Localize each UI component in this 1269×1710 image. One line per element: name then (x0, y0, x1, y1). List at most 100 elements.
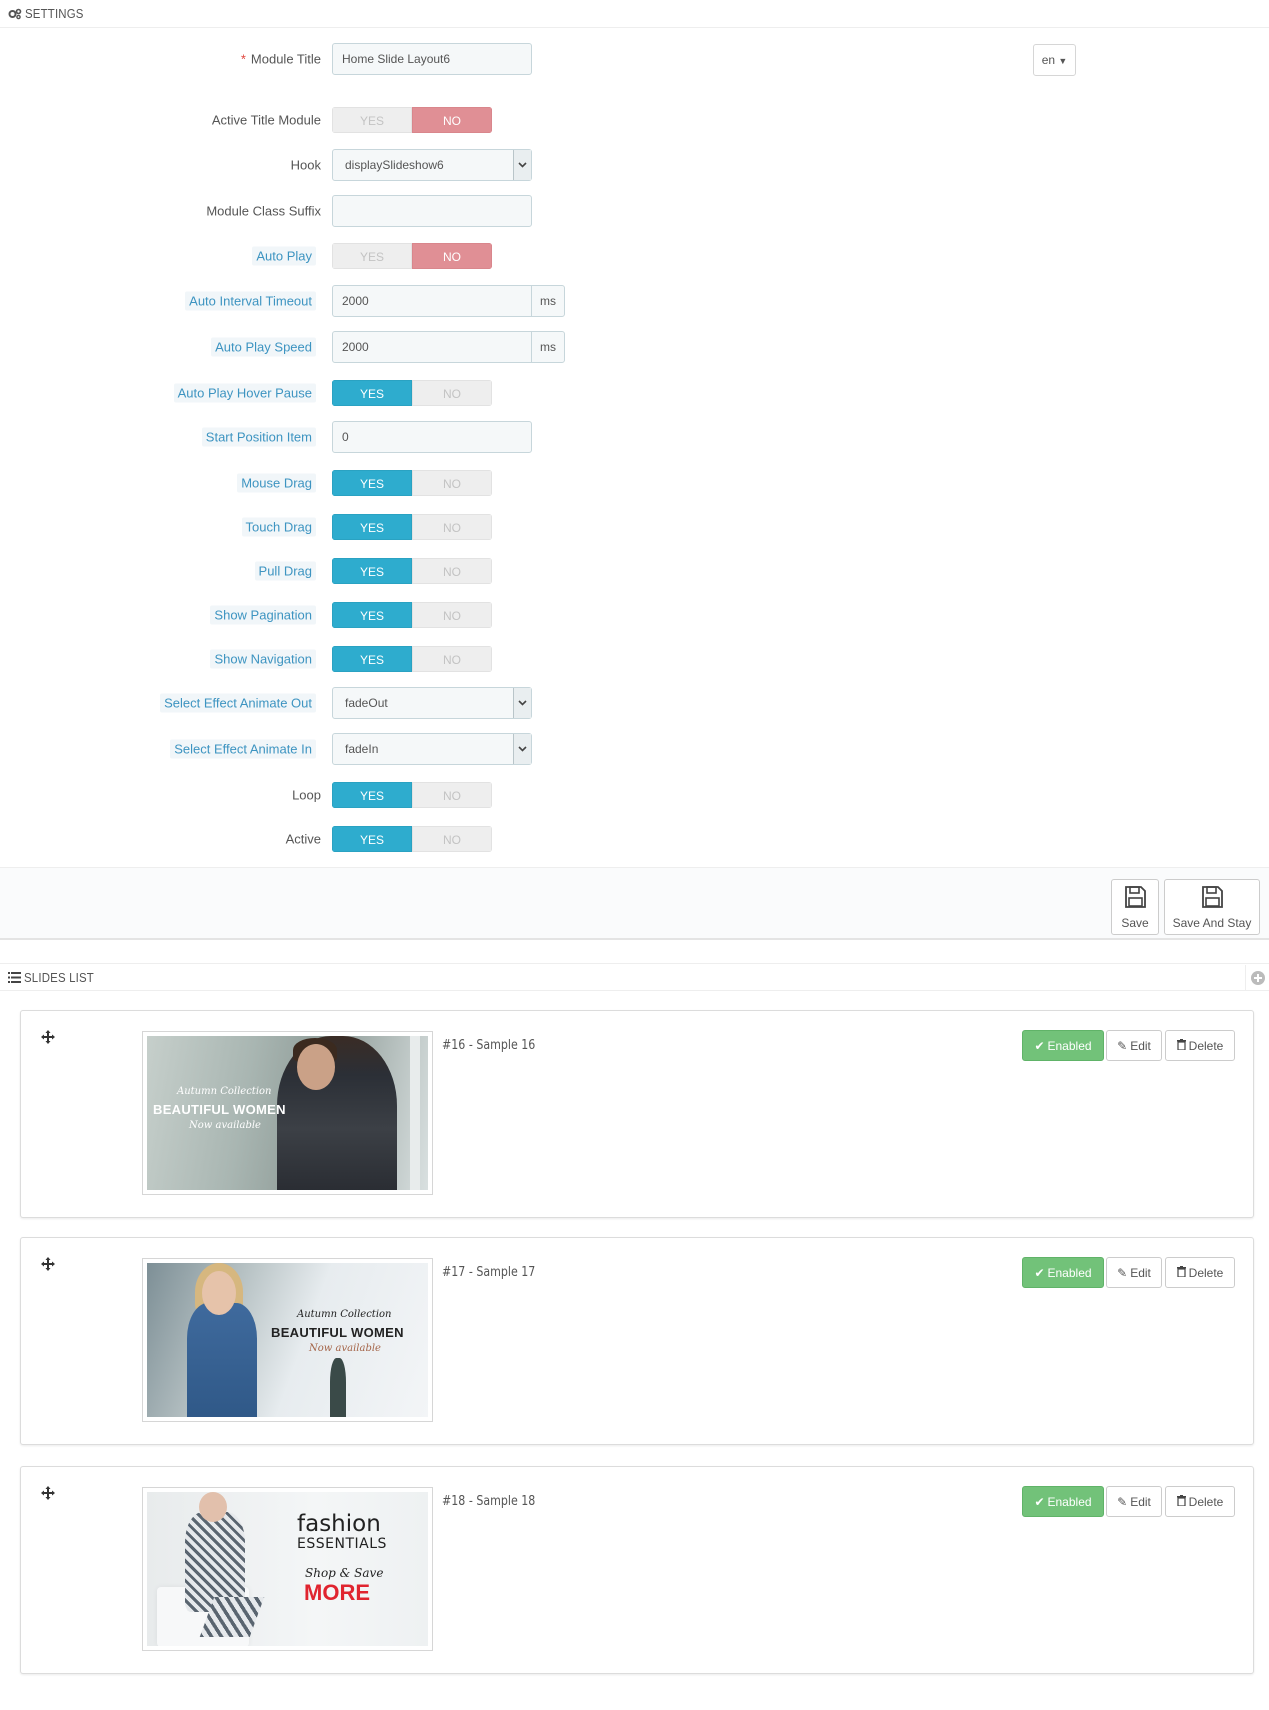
slide-title: #16 - Sample 16 (442, 1038, 536, 1053)
active-toggle[interactable]: YES NO (332, 826, 492, 852)
unit-addon: ms (531, 285, 565, 317)
slide-item: fashion ESSENTIALS Shop & Save MORE #18 … (20, 1466, 1254, 1674)
row-auto-interval-timeout: Auto Interval Timeout 2000 ms (0, 284, 1269, 318)
chevron-down-icon (513, 688, 531, 718)
save-and-stay-button[interactable]: Save And Stay (1164, 879, 1260, 935)
show-pagination-toggle[interactable]: YES NO (332, 602, 492, 628)
edit-button[interactable]: ✎ Edit (1106, 1030, 1162, 1061)
move-icon[interactable] (41, 1257, 55, 1274)
edit-button[interactable]: ✎ Edit (1106, 1257, 1162, 1288)
auto-interval-timeout-input[interactable]: 2000 (332, 285, 532, 317)
auto-play-speed-input[interactable]: 2000 (332, 331, 532, 363)
label-active-title-module: Active Title Module (211, 112, 321, 128)
toggle-yes[interactable]: YES (332, 243, 412, 269)
label-show-pagination: Show Pagination (210, 605, 316, 625)
effect-out-select[interactable]: fadeOut (332, 687, 532, 719)
label-touch-drag: Touch Drag (241, 517, 316, 537)
edit-icon: ✎ (1117, 1265, 1128, 1280)
module-title-input[interactable]: Home Slide Layout6 (332, 43, 532, 75)
mouse-drag-toggle[interactable]: YES NO (332, 470, 492, 496)
toggle-no[interactable]: NO (412, 107, 492, 133)
toggle-no[interactable]: NO (412, 470, 492, 496)
settings-footer: Save Save And Stay (0, 867, 1269, 940)
toggle-yes[interactable]: YES (332, 470, 412, 496)
hook-select[interactable]: displaySlideshow6 (332, 149, 532, 181)
loop-toggle[interactable]: YES NO (332, 782, 492, 808)
toggle-yes[interactable]: YES (332, 826, 412, 852)
edit-icon: ✎ (1117, 1494, 1128, 1509)
row-effect-out: Select Effect Animate Out fadeOut (0, 686, 1269, 720)
edit-button[interactable]: ✎ Edit (1106, 1486, 1162, 1517)
plus-circle-icon[interactable] (1245, 965, 1269, 991)
label-auto-play-speed: Auto Play Speed (211, 337, 316, 357)
check-icon: ✔ (1034, 1265, 1045, 1280)
toggle-no[interactable]: NO (412, 646, 492, 672)
language-dropdown[interactable]: en ▼ (1033, 44, 1076, 76)
thumb-text: BEAUTIFUL WOMEN (271, 1325, 404, 1340)
toggle-yes[interactable]: YES (332, 782, 412, 808)
row-auto-play-speed: Auto Play Speed 2000 ms (0, 330, 1269, 364)
settings-title: SETTINGS (25, 6, 84, 21)
thumb-text: Now available (189, 1120, 261, 1131)
label-module-class-suffix: Module Class Suffix (206, 203, 321, 219)
row-hook: Hook displaySlideshow6 (0, 148, 1269, 182)
label-start-position-item: Start Position Item (201, 427, 316, 447)
start-position-item-input[interactable]: 0 (332, 421, 532, 453)
label-module-title: * Module Title (240, 51, 321, 67)
toggle-no[interactable]: NO (412, 782, 492, 808)
toggle-yes[interactable]: YES (332, 602, 412, 628)
toggle-no[interactable]: NO (412, 558, 492, 584)
list-icon (8, 971, 21, 983)
toggle-yes[interactable]: YES (332, 646, 412, 672)
toggle-yes[interactable]: YES (332, 107, 412, 133)
slide-thumbnail: Autumn Collection BEAUTIFUL WOMEN Now av… (142, 1031, 433, 1195)
delete-button[interactable]: Delete (1165, 1257, 1235, 1288)
auto-play-hover-pause-toggle[interactable]: YES NO (332, 380, 492, 406)
touch-drag-toggle[interactable]: YES NO (332, 514, 492, 540)
row-loop: Loop YES NO (0, 778, 1269, 812)
delete-button[interactable]: Delete (1165, 1030, 1235, 1061)
enabled-button[interactable]: ✔ Enabled (1022, 1257, 1104, 1288)
delete-button[interactable]: Delete (1165, 1486, 1235, 1517)
toggle-no[interactable]: NO (412, 602, 492, 628)
toggle-no[interactable]: NO (412, 380, 492, 406)
move-icon[interactable] (41, 1030, 55, 1047)
save-button[interactable]: Save (1111, 879, 1159, 935)
slide-item: Autumn Collection BEAUTIFUL WOMEN Now av… (20, 1237, 1254, 1445)
auto-play-toggle[interactable]: YES NO (332, 243, 492, 269)
pull-drag-toggle[interactable]: YES NO (332, 558, 492, 584)
row-effect-in: Select Effect Animate In fadeIn (0, 732, 1269, 766)
toggle-no[interactable]: NO (412, 514, 492, 540)
enabled-button[interactable]: ✔ Enabled (1022, 1030, 1104, 1061)
active-title-module-toggle[interactable]: YES NO (332, 107, 492, 133)
slide-item: Autumn Collection BEAUTIFUL WOMEN Now av… (20, 1010, 1254, 1218)
label-effect-in: Select Effect Animate In (170, 739, 316, 759)
slide-thumbnail: Autumn Collection BEAUTIFUL WOMEN Now av… (142, 1258, 433, 1422)
enabled-button[interactable]: ✔ Enabled (1022, 1486, 1104, 1517)
caret-down-icon: ▼ (1058, 56, 1068, 66)
toggle-no[interactable]: NO (412, 826, 492, 852)
toggle-yes[interactable]: YES (332, 558, 412, 584)
settings-panel-header: SETTINGS (0, 0, 1269, 28)
toggle-yes[interactable]: YES (332, 514, 412, 540)
thumb-text: Autumn Collection (297, 1309, 392, 1320)
thumb-text: Now available (309, 1343, 381, 1354)
row-mouse-drag: Mouse Drag YES NO (0, 466, 1269, 500)
unit-addon: ms (531, 331, 565, 363)
label-loop: Loop (292, 787, 321, 803)
row-show-pagination: Show Pagination YES NO (0, 598, 1269, 632)
row-module-title: * Module Title Home Slide Layout6 (0, 42, 1269, 76)
show-navigation-toggle[interactable]: YES NO (332, 646, 492, 672)
row-module-class-suffix: Module Class Suffix (0, 194, 1269, 228)
toggle-no[interactable]: NO (412, 243, 492, 269)
label-hook: Hook (290, 157, 321, 173)
slide-title: #17 - Sample 17 (442, 1265, 536, 1280)
row-active-title-module: Active Title Module YES NO (0, 103, 1269, 137)
module-class-suffix-input[interactable] (332, 195, 532, 227)
move-icon[interactable] (41, 1486, 55, 1503)
label-active: Active (285, 831, 321, 847)
label-mouse-drag: Mouse Drag (237, 473, 316, 493)
gears-icon (8, 8, 22, 20)
effect-in-select[interactable]: fadeIn (332, 733, 532, 765)
toggle-yes[interactable]: YES (332, 380, 412, 406)
